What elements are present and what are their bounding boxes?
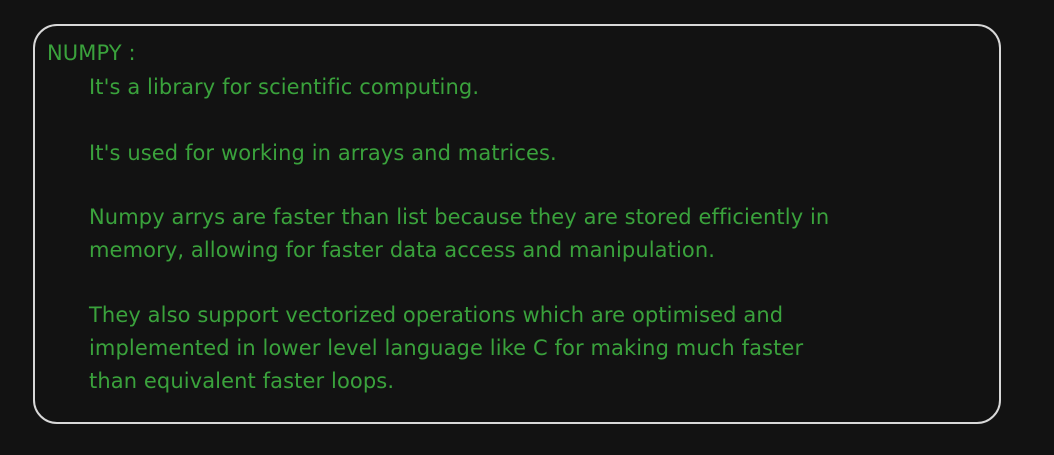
note-line-speed: Numpy arrys are faster than list because… <box>89 205 830 262</box>
note-line-arrays: It's used for working in arrays and matr… <box>89 141 557 165</box>
canvas: NUMPY : It's a library for scientific co… <box>0 0 1054 455</box>
note-line-vectorized: They also support vectorized operations … <box>89 303 804 393</box>
note-line-library: It's a library for scientific computing. <box>89 75 480 99</box>
note-heading: NUMPY : <box>47 41 136 65</box>
